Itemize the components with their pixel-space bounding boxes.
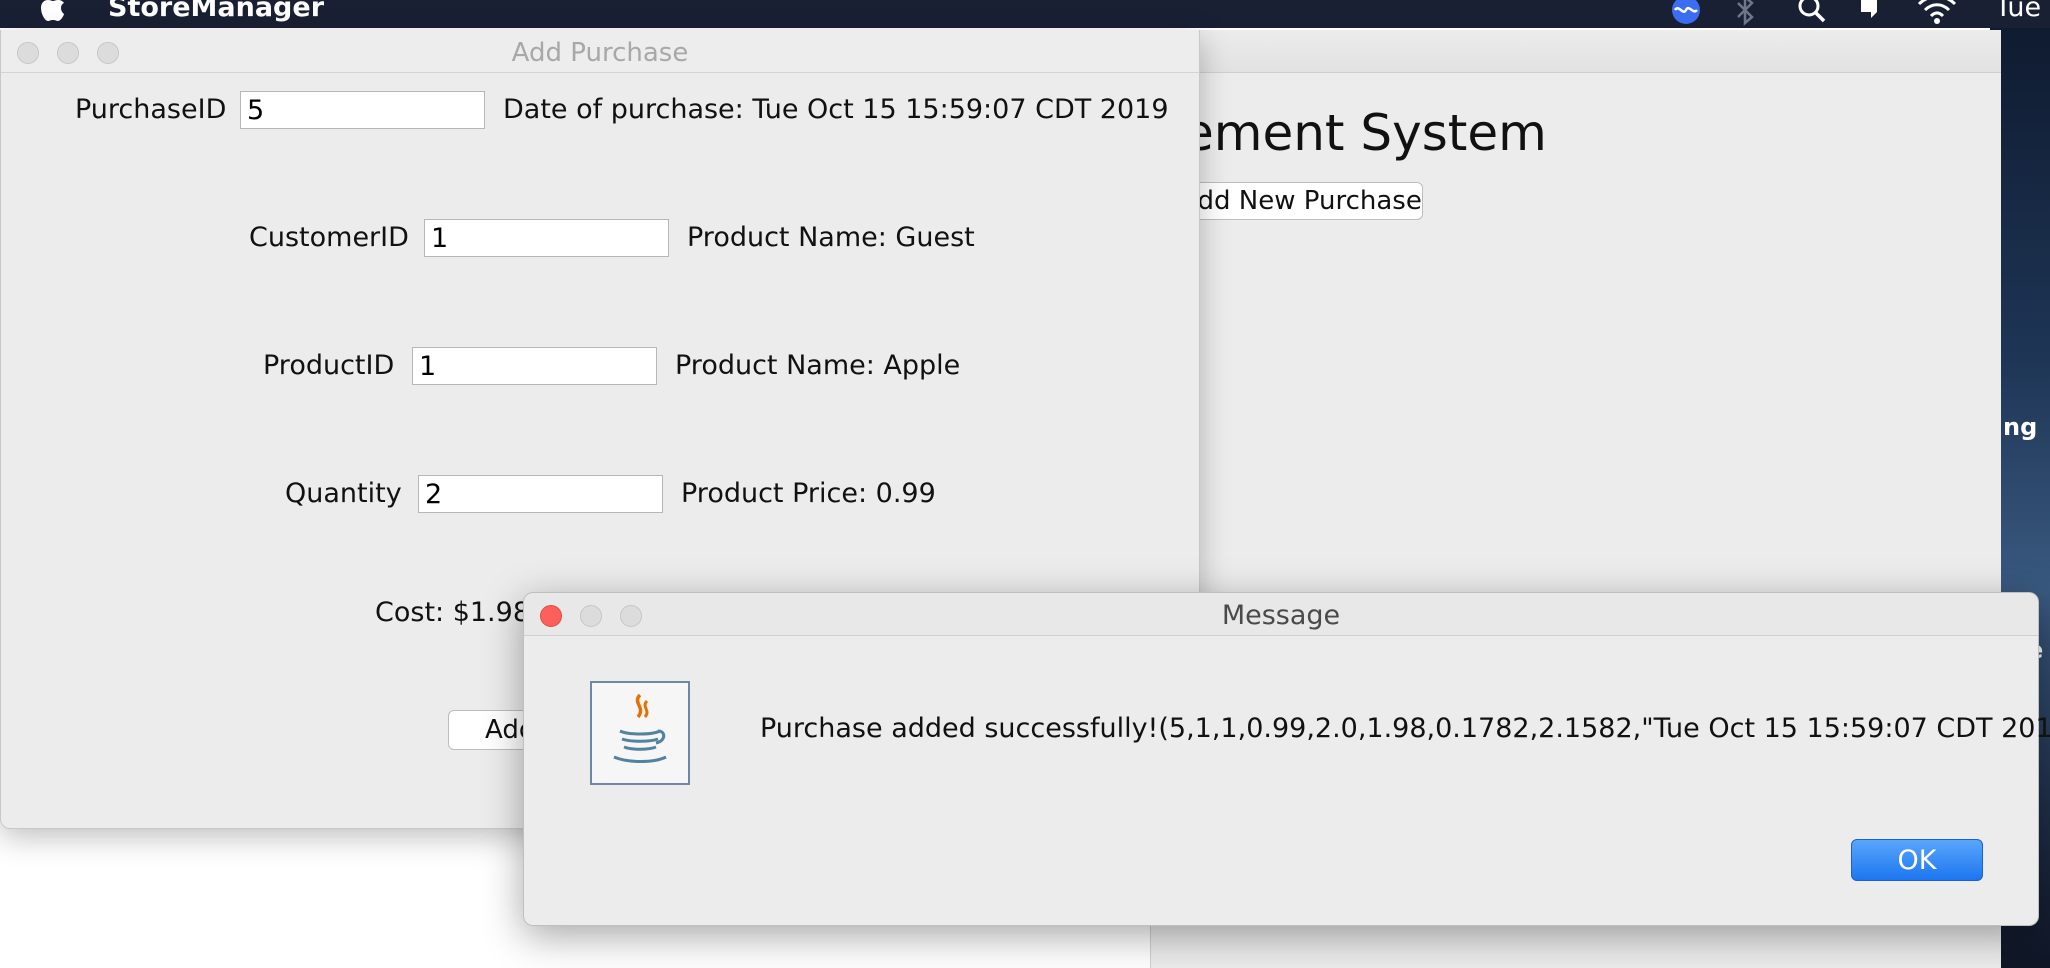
customer-name-label: Product Name: Guest bbox=[687, 222, 975, 253]
window-titlebar[interactable]: Add Purchase bbox=[1, 30, 1199, 73]
desktop-label-fragment: ng bbox=[2003, 413, 2038, 441]
quantity-label: Quantity bbox=[285, 478, 402, 509]
siri-icon[interactable] bbox=[1670, 0, 1702, 26]
message-dialog: Message Purchase added successfully!(5,1… bbox=[523, 592, 2050, 926]
purchase-id-field[interactable] bbox=[240, 91, 485, 129]
menu-bar-clock[interactable]: Tue bbox=[1995, 0, 2041, 23]
ok-button[interactable]: OK bbox=[1851, 839, 1983, 881]
quantity-field[interactable] bbox=[418, 475, 663, 513]
spotlight-search-icon[interactable] bbox=[1797, 0, 1827, 24]
product-id-label: ProductID bbox=[263, 350, 395, 381]
add-new-purchase-button[interactable]: Add New Purchase bbox=[1179, 182, 1423, 220]
menu-bar: StoreManager Tue bbox=[0, 0, 2050, 28]
main-heading: ement System bbox=[1183, 104, 1547, 162]
product-price-label: Product Price: 0.99 bbox=[681, 478, 936, 509]
wifi-icon[interactable] bbox=[1917, 0, 1957, 24]
purchase-id-label: PurchaseID bbox=[75, 94, 227, 125]
product-name-label: Product Name: Apple bbox=[675, 350, 961, 381]
bluetooth-icon[interactable] bbox=[1734, 0, 1756, 26]
customer-id-label: CustomerID bbox=[249, 222, 409, 253]
window-titlebar[interactable]: Message bbox=[524, 593, 2038, 636]
customer-id-field[interactable] bbox=[424, 219, 669, 257]
dialog-message: Purchase added successfully!(5,1,1,0.99,… bbox=[760, 713, 2050, 744]
cost-label: Cost: $1.98 bbox=[375, 597, 530, 628]
window-title: Add Purchase bbox=[511, 38, 689, 68]
product-id-field[interactable] bbox=[412, 347, 657, 385]
date-of-purchase-label: Date of purchase: Tue Oct 15 15:59:07 CD… bbox=[503, 94, 1169, 125]
dialog-title: Message bbox=[1221, 600, 1341, 631]
java-icon bbox=[590, 681, 690, 785]
window-titlebar[interactable] bbox=[1151, 30, 2001, 73]
apple-icon[interactable] bbox=[40, 0, 66, 22]
notification-icon[interactable] bbox=[1857, 0, 1881, 24]
app-name-menu[interactable]: StoreManager bbox=[108, 0, 324, 23]
